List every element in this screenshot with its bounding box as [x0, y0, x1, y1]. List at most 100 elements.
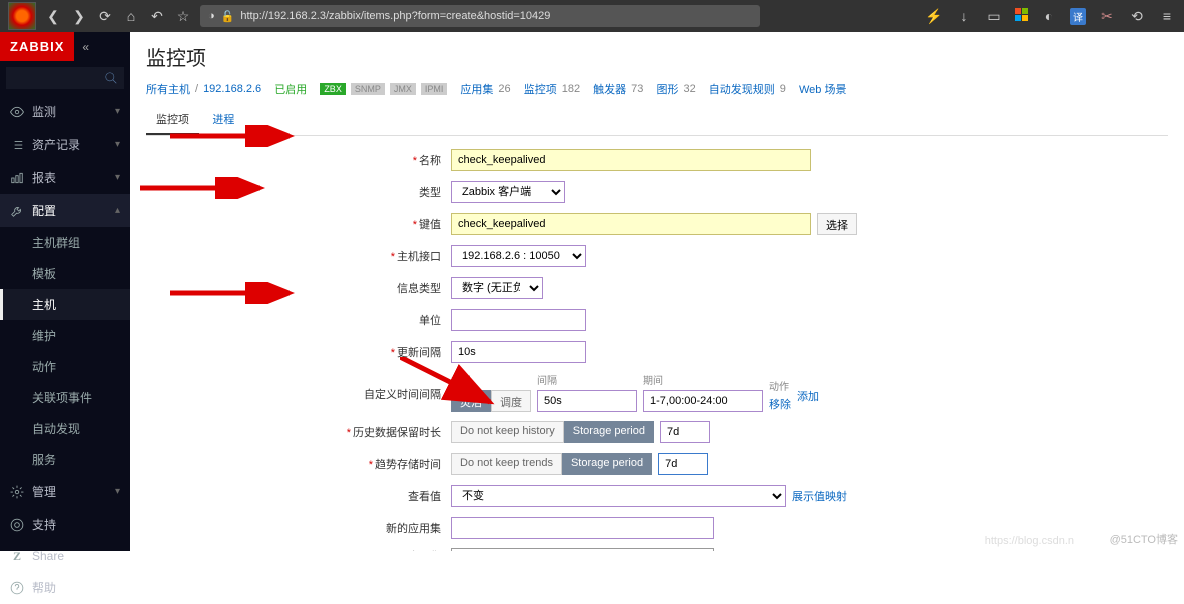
help-icon	[10, 581, 24, 595]
reload-icon[interactable]: ⟳	[96, 8, 114, 25]
newapp-input[interactable]	[451, 517, 714, 539]
history-input[interactable]	[660, 421, 710, 443]
tab-favicon	[8, 2, 36, 30]
bc-discovery[interactable]: 自动发现规则	[709, 81, 775, 97]
lbl-newapp: 新的应用集	[386, 523, 441, 535]
support-icon	[10, 518, 24, 532]
bc-graphs[interactable]: 图形	[656, 81, 678, 97]
showmap-link[interactable]: 展示值映射	[792, 488, 847, 504]
star-icon[interactable]: ☆	[174, 8, 192, 25]
nav-admin[interactable]: 管理▾	[0, 475, 130, 508]
tabs: 监控项 进程	[146, 105, 1168, 136]
nav-actions[interactable]: 动作	[0, 351, 130, 382]
browser-bar: ❮ ❯ ⟳ ⌂ ↶ ☆ ◑ 🔓 http://192.168.2.3/zabbi…	[0, 0, 1184, 32]
flash-icon[interactable]: ⚡	[925, 8, 943, 25]
shield-icon: ◑	[208, 10, 215, 22]
ci-remove[interactable]: 移除	[769, 396, 791, 412]
translate-icon[interactable]: 译	[1070, 8, 1086, 25]
nav-inventory[interactable]: 资产记录▾	[0, 128, 130, 161]
home-icon[interactable]: ⌂	[122, 8, 140, 24]
bc-apps[interactable]: 应用集	[460, 81, 493, 97]
name-input[interactable]	[451, 149, 811, 171]
share-icon: Z	[10, 549, 24, 563]
bc-host[interactable]: 192.168.2.6	[203, 83, 261, 95]
lbl-history: 历史数据保留时长	[353, 427, 441, 439]
type-select[interactable]: Zabbix 客户端	[451, 181, 565, 203]
download-icon[interactable]: ↓	[955, 8, 973, 25]
lbl-units: 单位	[419, 315, 441, 327]
logo[interactable]: ZABBIX	[0, 32, 74, 61]
nav-monitor[interactable]: 监测▾	[0, 95, 130, 128]
chevron-down-icon: ▾	[115, 172, 120, 183]
infotype-select[interactable]: 数字 (无正负)	[451, 277, 543, 299]
url-text: http://192.168.2.3/zabbix/items.php?form…	[240, 10, 550, 22]
tab-process[interactable]: 进程	[202, 105, 244, 133]
forward-icon[interactable]: ❯	[70, 8, 88, 25]
select-button[interactable]: 选择	[817, 213, 857, 235]
scissors-icon[interactable]: ✂	[1098, 8, 1116, 25]
ci-period-input[interactable]	[643, 390, 763, 412]
trends-input[interactable]	[658, 453, 708, 475]
nav-templates[interactable]: 模板	[0, 258, 130, 289]
gear-icon	[10, 485, 24, 499]
units-input[interactable]	[451, 309, 586, 331]
bar-chart-icon	[10, 171, 24, 185]
globe-icon[interactable]: ◐	[1040, 8, 1058, 25]
menu-icon[interactable]: ≡	[1158, 8, 1176, 25]
url-box[interactable]: ◑ 🔓 http://192.168.2.3/zabbix/items.php?…	[200, 5, 760, 27]
sync-icon[interactable]: ⟲	[1128, 8, 1146, 25]
nav-discovery[interactable]: 自动发现	[0, 413, 130, 444]
screenshot-icon[interactable]: ▭	[985, 8, 1003, 25]
nav-support[interactable]: 支持	[0, 508, 130, 541]
nav-services[interactable]: 服务	[0, 444, 130, 475]
opt-notrend[interactable]: Do not keep trends	[451, 453, 562, 475]
opt-scheduling[interactable]: 调度	[491, 390, 531, 412]
opt-nohist[interactable]: Do not keep history	[451, 421, 564, 443]
opt-storage1[interactable]: Storage period	[564, 421, 654, 443]
sidebar: ZABBIX « 监测▾ 资产记录▾ 报表▾ 配置▴ 主机群组 模板 主机 维护…	[0, 32, 130, 551]
badge-ipmi: IPMI	[421, 83, 448, 95]
lbl-type: 类型	[419, 187, 441, 199]
lbl-showvalue: 查看值	[408, 491, 441, 503]
bc-web[interactable]: Web 场景	[799, 81, 846, 97]
undo-icon[interactable]: ↶	[148, 8, 166, 25]
nav-maintenance[interactable]: 维护	[0, 320, 130, 351]
interval-input[interactable]	[451, 341, 586, 363]
bc-items[interactable]: 监控项	[524, 81, 557, 97]
opt-storage2[interactable]: Storage period	[562, 453, 652, 475]
badge-zbx: ZBX	[320, 83, 346, 95]
ci-add[interactable]: 添加	[797, 391, 819, 403]
nav-hostgroups[interactable]: 主机群组	[0, 227, 130, 258]
ci-type-toggle[interactable]: 灵活 调度	[451, 390, 531, 412]
nav-reports[interactable]: 报表▾	[0, 161, 130, 194]
bc-triggers[interactable]: 触发器	[593, 81, 626, 97]
bc-allhosts[interactable]: 所有主机	[146, 81, 190, 97]
nav-help[interactable]: 帮助	[0, 571, 130, 604]
nav-config[interactable]: 配置▴	[0, 194, 130, 227]
eye-icon	[10, 105, 24, 119]
nav-hosts[interactable]: 主机	[0, 289, 130, 320]
trends-toggle[interactable]: Do not keep trends Storage period	[451, 453, 652, 475]
tab-item[interactable]: 监控项	[146, 105, 199, 135]
history-toggle[interactable]: Do not keep history Storage period	[451, 421, 654, 443]
nav-correlation[interactable]: 关联项事件	[0, 382, 130, 413]
list-icon	[10, 138, 24, 152]
hdr-ci-interval: 间隔	[537, 372, 637, 387]
ci-interval-input[interactable]	[537, 390, 637, 412]
main-content: 监控项 所有主机 / 192.168.2.6 已启用 ZBX SNMP JMX …	[130, 32, 1184, 551]
back-icon[interactable]: ❮	[44, 8, 62, 25]
showvalue-select[interactable]: 不变	[451, 485, 786, 507]
search-input[interactable]	[6, 67, 124, 89]
nav-share[interactable]: ZShare	[0, 541, 130, 571]
watermark: @51CTO博客	[1110, 531, 1178, 547]
wrench-icon	[10, 204, 24, 218]
lbl-name: 名称	[419, 155, 441, 167]
bc-enabled: 已启用	[274, 81, 307, 97]
hdr-ci-type: 类型	[451, 372, 531, 387]
lbl-custint: 自定义时间间隔	[364, 389, 441, 401]
opt-flexible[interactable]: 灵活	[451, 390, 491, 412]
collapse-icon[interactable]: «	[74, 40, 97, 54]
key-input[interactable]	[451, 213, 811, 235]
apps-icon[interactable]	[1015, 8, 1028, 25]
iface-select[interactable]: 192.168.2.6 : 10050	[451, 245, 586, 267]
